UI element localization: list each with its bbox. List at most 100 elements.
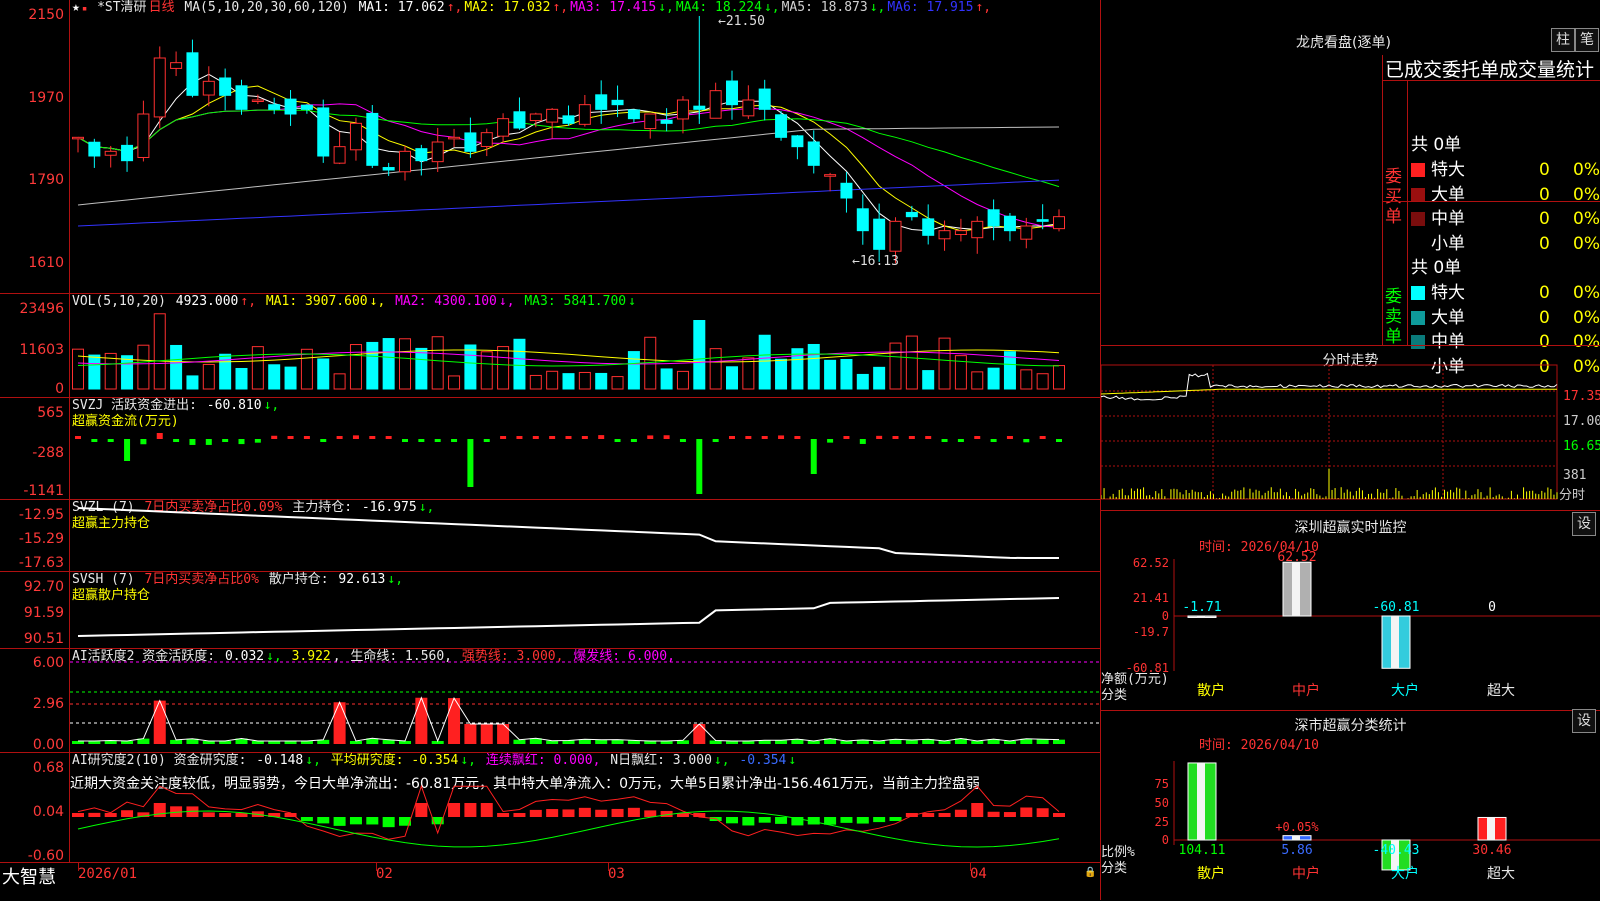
candle-body [1053,216,1065,230]
order-row-大单: 大单 0 0% [1411,183,1600,207]
research-bar [873,817,886,823]
flow-bar [761,436,768,439]
flow-bar [532,436,539,439]
ai-active-chart[interactable] [0,649,1100,753]
intraday-price-tick: 17.35 [1563,389,1600,404]
volume-bar [627,351,640,390]
research-bar [415,803,428,817]
volume-bar [202,363,215,390]
research-bar [202,812,215,817]
activity-bar [480,724,493,744]
volume-bar [1020,369,1033,390]
order-type: 特大 [1431,283,1465,303]
intraday-chart[interactable] [1101,346,1600,511]
flow-bar [729,436,735,439]
flow-bar [925,436,932,439]
order-type: 中单 [1431,209,1465,229]
classify-panel[interactable]: 深市超赢分类统计 设 时间: 2026/04/10 比例% 分类 75 50 25 0… [1101,709,1600,901]
candle-body [627,109,640,120]
intraday-panel[interactable]: 分时走势 17.35 17.00 16.65 381 分时 [1101,345,1600,511]
research-bar [349,817,362,825]
candle-body [726,80,738,106]
activity-bar [333,702,346,744]
x-tick [608,863,609,871]
bar-view-button[interactable]: 柱 [1551,28,1575,52]
volume-bar [431,336,444,390]
research-bar [971,803,984,817]
research-bar [889,817,902,821]
tick-view-button[interactable]: 笔 [1575,28,1599,52]
candle-body [595,94,608,110]
candle-body [121,144,134,162]
flow-bar [630,439,637,442]
flow-bar [385,436,392,439]
order-count: 0 [1539,283,1550,303]
activity-bar [546,740,559,744]
capital-flow-chart[interactable] [0,398,1100,500]
main-holding-chart[interactable] [0,500,1100,572]
price-panel[interactable]: 2150 1970 1790 1610 ★ ▪ *ST清研 日线 MA(5,10,2… [0,0,1100,293]
bar-y-tick: 0 [1162,609,1169,623]
flow-bar [908,436,915,439]
volume-bar [546,370,559,390]
bar-y-tick: 25 [1155,815,1169,829]
ai-active-panel[interactable]: 6.00 2.96 0.00 AI活跃度2 资金活跃度: 0.032 ↓, 3.9… [0,648,1100,753]
volume-bar [317,358,330,390]
flow-bar [271,435,278,439]
bar-y-tick: 21.41 [1133,591,1169,605]
flow-bar [189,439,196,445]
bar-y-tick: 62.52 [1133,556,1169,570]
order-row-中单: 中单 0 0% [1411,207,1600,231]
volume-bar [824,359,837,390]
volume-bar [382,338,395,390]
x-label-feb: 02 [376,866,393,882]
monitor-bar-chart[interactable]: 62.52 21.41 0 -19.7 -60.81 -1.71 散户 62.52 中户 -60.… [1101,511,1600,711]
research-bar [824,817,837,825]
flow-bar [810,439,817,474]
lock-icon[interactable]: 🔒 [1084,867,1096,878]
candle-body [88,141,101,157]
flow-bar [1056,439,1062,442]
svzj-panel[interactable]: 565 -288 -1141 SVZJ 活跃资金进出: -60.810 ↓, 超赢… [0,397,1100,500]
activity-bar [775,740,788,744]
x-tick [78,863,79,871]
volume-panel[interactable]: 23496 11603 0 VOL(5,10,20) 4923.000 ↑, MA… [0,293,1100,398]
candle-body [464,132,477,152]
flow-bar [451,439,458,442]
ai-research-panel[interactable]: 0.68 0.04 -0.60 AI研究度2(10) 资金研究度: -0.148… [0,752,1100,863]
candle-body [742,99,755,117]
divider [1407,81,1408,201]
flow-bar [794,436,801,439]
candle-body [72,136,84,140]
svsh-panel[interactable]: 92.70 91.59 90.51 SVSH (7) 7日内买卖净占比0% 散户… [0,571,1100,649]
research-bar [644,810,657,817]
classify-bar-chart[interactable]: 75 50 25 0 104.11 散户 5.86 中户 -40.43 大户 30.46 超大 +0.0… [1101,711,1600,901]
pct-change-label: +0.05% [1275,820,1319,834]
candle-body [758,88,771,110]
volume-bar [170,344,183,390]
research-bar [317,817,330,824]
order-pct: 0% [1573,283,1600,303]
ai-research-chart[interactable] [0,753,1100,863]
flow-bar [565,436,572,439]
monitor-panel[interactable]: 深圳超赢实时监控 设 时间: 2026/04/10 净额(万元) 分类 62.5… [1101,510,1600,711]
candle-body [775,114,788,138]
svzl-panel[interactable]: -12.95 -15.29 -17.63 SVZL (7) 7日内买卖净占比0.… [0,499,1100,572]
order-stats-title: 已成交委托单成交量统计 [1385,59,1595,81]
sell-orders-label: 委卖单 [1385,287,1402,347]
volume-bar [742,357,755,390]
dragon-title: 龙虎看盘(逐单) [1296,35,1391,51]
candlestick-chart[interactable] [0,0,1100,293]
candle-body [824,174,837,177]
order-count: 0 [1539,233,1550,254]
candle-body [987,209,1000,227]
flow-bar [957,439,964,442]
candle-body [415,148,428,162]
activity-bar [513,739,526,744]
retail-holding-chart[interactable] [0,572,1100,649]
sell-total: 共 0单 [1411,258,1462,278]
candle-body [317,107,330,157]
order-count: 0 [1539,307,1550,328]
volume-chart[interactable] [0,294,1100,398]
divider [1407,202,1408,345]
